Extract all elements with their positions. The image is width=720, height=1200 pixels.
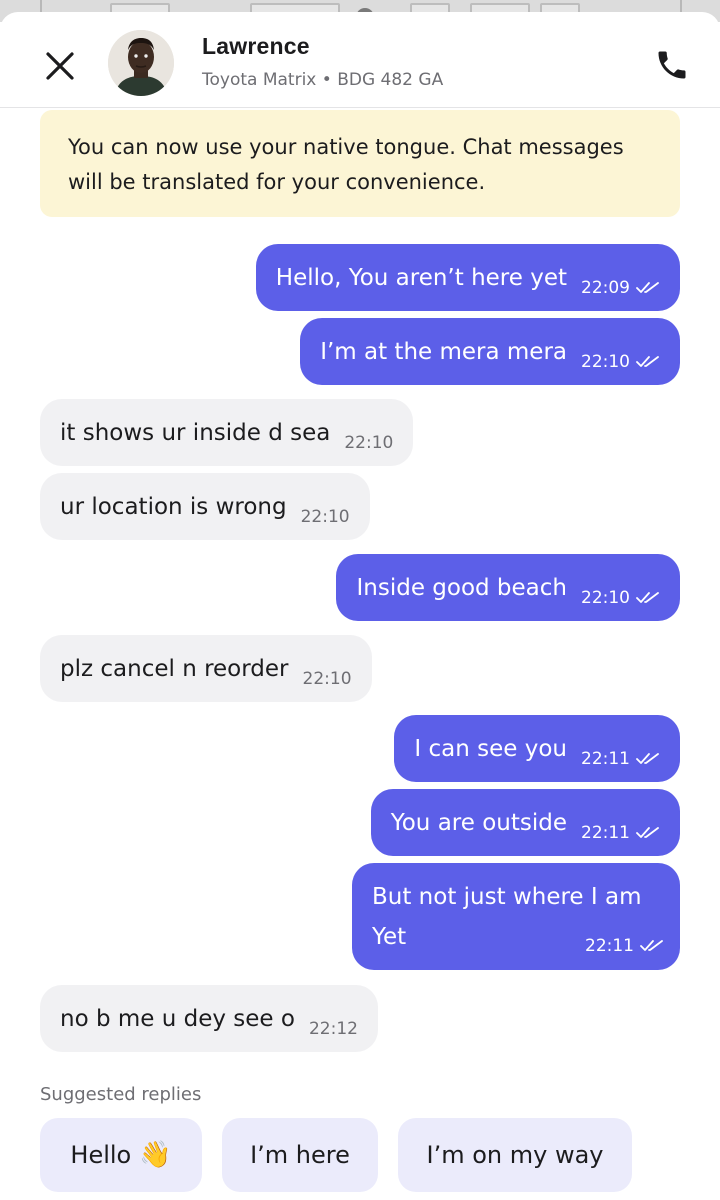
suggested-replies-title: Suggested replies <box>40 1084 202 1105</box>
vehicle-info: Toyota Matrix • BDG 482 GA <box>202 70 443 90</box>
read-receipt-icon <box>636 591 659 603</box>
message-meta: 22:09 <box>581 278 660 298</box>
message-outgoing[interactable]: You are outside 22:11 <box>370 789 680 856</box>
message-time: 22:10 <box>581 351 630 372</box>
message-time: 22:11 <box>581 748 630 769</box>
message-meta: 22:11 <box>581 749 660 769</box>
message-meta: 22:11 <box>585 936 664 956</box>
message-time: 22:10 <box>581 587 630 608</box>
message-text: I’m at the mera mera <box>320 338 567 365</box>
call-button[interactable] <box>654 47 690 83</box>
message-time: 22:11 <box>581 822 630 843</box>
vehicle-plate: BDG 482 GA <box>337 70 444 90</box>
message-time: 22:10 <box>302 668 352 689</box>
separator-dot: • <box>321 70 332 90</box>
message-time: 22:12 <box>308 1018 358 1039</box>
suggested-reply-im-here[interactable]: I’m here <box>222 1118 378 1192</box>
message-text: it shows ur inside d sea <box>60 419 331 446</box>
driver-avatar[interactable] <box>108 30 174 96</box>
message-incoming[interactable]: no b me u dey see o 22:12 <box>40 985 378 1052</box>
message-text: Inside good beach <box>356 574 567 601</box>
suggested-reply-on-my-way[interactable]: I’m on my way <box>398 1118 632 1192</box>
read-receipt-icon <box>636 826 659 838</box>
read-receipt-icon <box>636 355 659 367</box>
message-time: 22:11 <box>585 936 634 956</box>
message-outgoing[interactable]: Inside good beach 22:10 <box>336 554 680 621</box>
message-time: 22:10 <box>344 432 394 453</box>
chat-header: Lawrence Toyota Matrix • BDG 482 GA <box>0 12 720 108</box>
message-outgoing[interactable]: I can see you 22:11 <box>394 715 680 782</box>
driver-name: Lawrence <box>202 33 310 59</box>
close-icon <box>46 52 74 80</box>
chat-sheet: Lawrence Toyota Matrix • BDG 482 GA You … <box>0 12 720 1200</box>
message-text: no b me u dey see o <box>60 1005 295 1032</box>
read-receipt-icon <box>636 752 659 764</box>
message-meta: 22:11 <box>581 823 660 843</box>
chip-label: I’m on my way <box>426 1141 604 1169</box>
message-text: ur location is wrong <box>60 493 287 520</box>
read-receipt-icon <box>636 281 659 293</box>
message-text: You are outside <box>390 809 567 836</box>
read-receipt-icon <box>640 940 663 951</box>
suggested-reply-hello[interactable]: Hello 👋 <box>40 1118 202 1192</box>
message-time: 22:10 <box>300 506 350 527</box>
phone-icon <box>658 51 686 79</box>
message-text: plz cancel n reorder <box>60 655 289 682</box>
message-time: 22:09 <box>581 277 630 298</box>
message-meta: 22:10 <box>581 352 660 372</box>
translation-notice-text: You can now use your native tongue. Chat… <box>68 135 624 194</box>
message-incoming[interactable]: ur location is wrong 22:10 <box>40 473 370 540</box>
message-text: Hello, You aren’t here yet <box>275 264 567 291</box>
message-outgoing[interactable]: But not just where I am Yet 22:11 <box>352 863 680 970</box>
message-meta: 22:10 <box>581 588 660 608</box>
translation-notice: You can now use your native tongue. Chat… <box>40 110 680 217</box>
vehicle-model: Toyota Matrix <box>202 70 317 90</box>
chip-label: Hello <box>70 1141 132 1169</box>
message-outgoing[interactable]: Hello, You aren’t here yet 22:09 <box>255 244 680 311</box>
message-text: I can see you <box>414 735 567 762</box>
message-incoming[interactable]: plz cancel n reorder 22:10 <box>40 635 372 702</box>
close-button[interactable] <box>40 46 80 86</box>
message-outgoing[interactable]: I’m at the mera mera 22:10 <box>300 318 680 385</box>
chip-label: I’m here <box>250 1141 350 1169</box>
waving-hand-icon: 👋 <box>139 1140 172 1170</box>
message-incoming[interactable]: it shows ur inside d sea 22:10 <box>40 399 414 466</box>
